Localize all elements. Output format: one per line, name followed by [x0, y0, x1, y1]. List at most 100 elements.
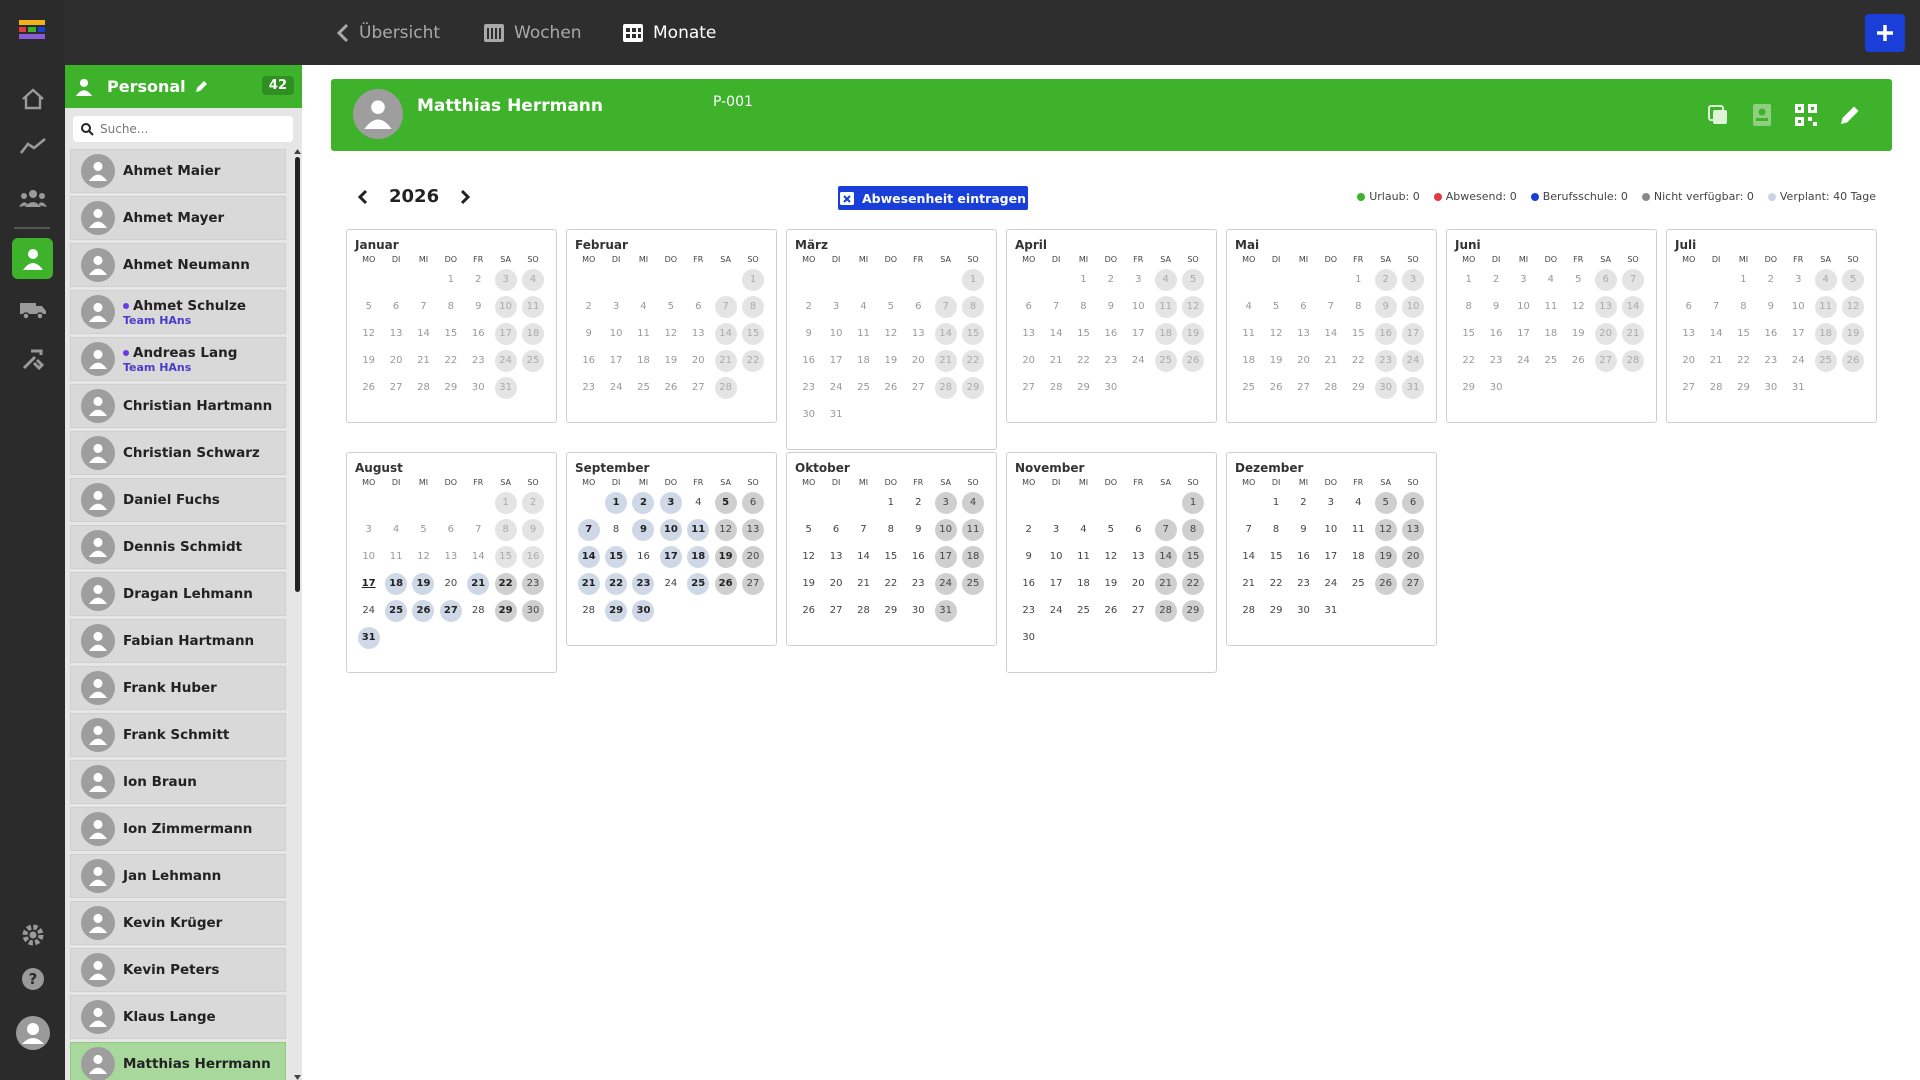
add-absence-button[interactable]: Abwesenheit eintragen	[838, 186, 1028, 210]
day-cell[interactable]: 15	[877, 543, 904, 570]
day-cell[interactable]: 15	[959, 320, 986, 347]
day-cell[interactable]: 18	[850, 347, 877, 374]
day-cell[interactable]: 29	[959, 374, 986, 401]
day-cell[interactable]: 13	[905, 320, 932, 347]
day-cell[interactable]: 20	[437, 570, 464, 597]
day-cell[interactable]: 13	[1399, 516, 1426, 543]
day-cell[interactable]: 2	[1097, 266, 1124, 293]
day-cell[interactable]: 4	[630, 293, 657, 320]
day-cell[interactable]: 12	[1097, 543, 1124, 570]
day-cell[interactable]: 3	[1042, 516, 1069, 543]
day-cell[interactable]: 24	[1399, 347, 1426, 374]
day-cell[interactable]: 4	[382, 516, 409, 543]
day-cell[interactable]: 14	[1619, 293, 1646, 320]
day-cell[interactable]: 11	[850, 320, 877, 347]
day-cell[interactable]: 22	[959, 347, 986, 374]
day-cell[interactable]: 6	[437, 516, 464, 543]
day-cell[interactable]: 11	[1345, 516, 1372, 543]
day-cell[interactable]: 26	[1565, 347, 1592, 374]
day-cell[interactable]: 29	[1262, 597, 1289, 624]
home-icon[interactable]	[12, 78, 53, 119]
day-cell[interactable]: 4	[1812, 266, 1839, 293]
day-cell[interactable]: 24	[657, 570, 684, 597]
day-cell[interactable]: 7	[712, 293, 739, 320]
day-cell[interactable]: 13	[1015, 320, 1042, 347]
day-cell[interactable]: 28	[575, 597, 602, 624]
day-cell[interactable]: 11	[630, 320, 657, 347]
day-cell[interactable]: 18	[1070, 570, 1097, 597]
day-cell[interactable]: 7	[1042, 293, 1069, 320]
day-cell[interactable]: 3	[1510, 266, 1537, 293]
day-cell[interactable]: 14	[410, 320, 437, 347]
person-item[interactable]: Ion Braun	[70, 760, 286, 804]
day-cell[interactable]: 3	[932, 489, 959, 516]
day-cell[interactable]: 16	[575, 347, 602, 374]
day-cell[interactable]: 4	[1152, 266, 1179, 293]
day-cell[interactable]: 27	[382, 374, 409, 401]
day-cell[interactable]: 21	[1619, 320, 1646, 347]
day-cell[interactable]: 27	[437, 597, 464, 624]
day-cell[interactable]: 17	[1042, 570, 1069, 597]
day-cell[interactable]: 22	[1345, 347, 1372, 374]
person-item[interactable]: Frank Huber	[70, 666, 286, 710]
day-cell[interactable]: 26	[877, 374, 904, 401]
day-cell[interactable]: 20	[1125, 570, 1152, 597]
day-cell[interactable]: 12	[1179, 293, 1206, 320]
day-cell[interactable]: 8	[1455, 293, 1482, 320]
day-cell[interactable]: 9	[465, 293, 492, 320]
day-cell[interactable]: 23	[1482, 347, 1509, 374]
day-cell[interactable]: 9	[519, 516, 546, 543]
day-cell[interactable]: 9	[1482, 293, 1509, 320]
day-cell[interactable]: 20	[739, 543, 766, 570]
day-cell[interactable]: 23	[905, 570, 932, 597]
day-cell[interactable]: 28	[850, 597, 877, 624]
day-cell[interactable]: 21	[1317, 347, 1344, 374]
day-cell[interactable]: 14	[575, 543, 602, 570]
day-cell[interactable]: 19	[877, 347, 904, 374]
day-cell[interactable]: 29	[1179, 597, 1206, 624]
day-cell[interactable]: 23	[1097, 347, 1124, 374]
day-cell[interactable]: 2	[1482, 266, 1509, 293]
day-cell[interactable]: 8	[739, 293, 766, 320]
day-cell[interactable]: 26	[355, 374, 382, 401]
day-cell[interactable]: 12	[1565, 293, 1592, 320]
day-cell[interactable]: 10	[1042, 543, 1069, 570]
day-cell[interactable]: 25	[1070, 597, 1097, 624]
day-cell[interactable]: 26	[1839, 347, 1866, 374]
day-cell[interactable]: 9	[1372, 293, 1399, 320]
id-card-icon[interactable]	[1748, 101, 1776, 129]
day-cell[interactable]: 8	[602, 516, 629, 543]
team-icon[interactable]	[12, 177, 53, 218]
day-cell[interactable]: 25	[519, 347, 546, 374]
day-cell[interactable]: 26	[795, 597, 822, 624]
day-cell[interactable]: 13	[1592, 293, 1619, 320]
day-cell[interactable]: 20	[1399, 543, 1426, 570]
day-cell[interactable]: 20	[1675, 347, 1702, 374]
day-cell[interactable]: 12	[877, 320, 904, 347]
nav-wochen[interactable]: Wochen	[484, 0, 582, 65]
day-cell[interactable]: 26	[1372, 570, 1399, 597]
day-cell[interactable]: 20	[382, 347, 409, 374]
day-cell[interactable]: 23	[519, 570, 546, 597]
day-cell[interactable]: 10	[602, 320, 629, 347]
day-cell[interactable]: 18	[1812, 320, 1839, 347]
day-cell[interactable]: 21	[932, 347, 959, 374]
day-cell[interactable]: 10	[822, 320, 849, 347]
day-cell[interactable]: 24	[602, 374, 629, 401]
day-cell[interactable]: 26	[1179, 347, 1206, 374]
day-cell[interactable]: 16	[465, 320, 492, 347]
day-cell[interactable]: 8	[1262, 516, 1289, 543]
day-cell[interactable]: 20	[1290, 347, 1317, 374]
day-cell[interactable]: 24	[932, 570, 959, 597]
day-cell[interactable]: 8	[959, 293, 986, 320]
day-cell[interactable]: 30	[1372, 374, 1399, 401]
day-cell[interactable]: 12	[410, 543, 437, 570]
day-cell[interactable]: 16	[1097, 320, 1124, 347]
day-cell[interactable]: 22	[1179, 570, 1206, 597]
day-cell[interactable]: 30	[1482, 374, 1509, 401]
person-item[interactable]: Fabian Hartmann	[70, 619, 286, 663]
day-cell[interactable]: 6	[1399, 489, 1426, 516]
day-cell[interactable]: 2	[519, 489, 546, 516]
person-item[interactable]: Kevin Krüger	[70, 901, 286, 945]
edit-icon[interactable]	[1836, 101, 1864, 129]
